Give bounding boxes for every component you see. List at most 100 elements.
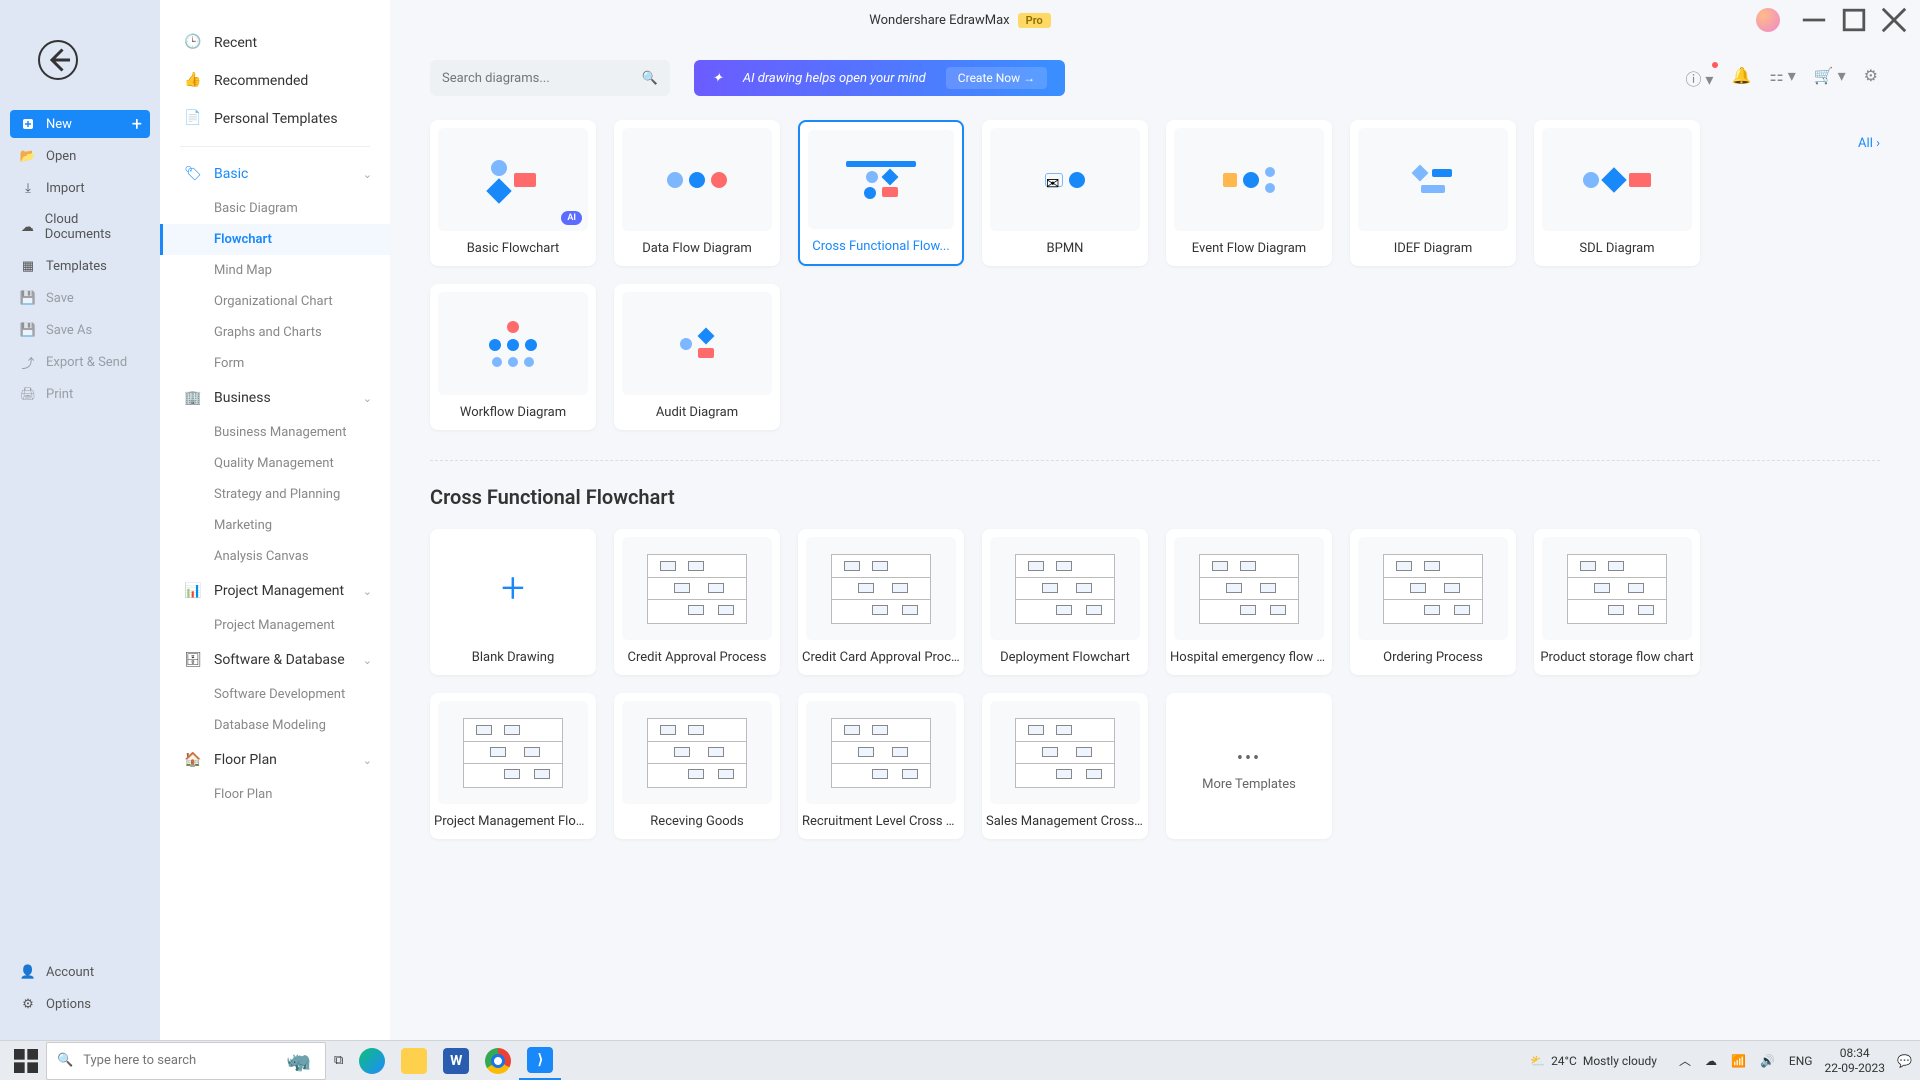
tray-volume-icon[interactable]: 🔊	[1758, 1052, 1777, 1070]
tray-language-icon[interactable]: ENG	[1787, 1052, 1815, 1070]
sub-swdev[interactable]: Software Development	[160, 679, 390, 710]
minimize-button[interactable]	[1796, 6, 1832, 34]
swimlane-thumbnail	[831, 718, 931, 788]
ai-banner[interactable]: ✦ AI drawing helps open your mind Create…	[694, 60, 1065, 96]
taskbar-search[interactable]: 🔍 🦏	[46, 1042, 326, 1080]
ai-banner-text: AI drawing helps open your mind	[743, 71, 926, 86]
cat-basic[interactable]: 🏷Basic⌄	[160, 155, 390, 193]
search-icon[interactable]: 🔍	[642, 71, 658, 86]
tray-onedrive-icon[interactable]: ☁	[1703, 1052, 1719, 1070]
taskbar-app-chrome[interactable]	[477, 1042, 519, 1080]
add-icon[interactable]: +	[132, 114, 142, 135]
diagram-type-card[interactable]: IDEF Diagram	[1350, 120, 1516, 266]
blank-drawing-card[interactable]: +Blank Drawing	[430, 529, 596, 675]
tray-wifi-icon[interactable]: 📶	[1729, 1052, 1748, 1070]
sidebar-item-new[interactable]: New +	[10, 110, 150, 138]
sidebar-item-options[interactable]: ⚙ Options	[0, 988, 160, 1020]
sub-graphs[interactable]: Graphs and Charts	[160, 317, 390, 348]
swimlane-thumbnail	[1383, 554, 1483, 624]
sub-analysis[interactable]: Analysis Canvas	[160, 541, 390, 572]
system-tray: ⛅ 24°C Mostly cloudy ︿ ☁ 📶 🔊 ENG 08:34 2…	[1530, 1046, 1914, 1075]
sub-mindmap[interactable]: Mind Map	[160, 255, 390, 286]
cat-sw[interactable]: 🗄Software & Database⌄	[160, 641, 390, 679]
diagram-type-card[interactable]: AIBasic Flowchart	[430, 120, 596, 266]
bell-icon[interactable]: 🔔	[1729, 64, 1753, 92]
more-templates-card[interactable]: •••More Templates	[1166, 693, 1332, 839]
search-input-wrapper[interactable]: 🔍	[430, 60, 670, 96]
titlebar-right	[1756, 6, 1912, 34]
template-card[interactable]: Recruitment Level Cross F...	[798, 693, 964, 839]
sidebar-item-cloud[interactable]: ☁ Cloud Documents	[0, 204, 160, 250]
nav-recommended[interactable]: 👍Recommended	[160, 62, 390, 100]
settings-icon[interactable]: ⚙	[1862, 64, 1880, 92]
sub-business-mgmt[interactable]: Business Management	[160, 417, 390, 448]
sidebar-item-save[interactable]: 💾 Save	[0, 282, 160, 314]
chevron-down-icon: ⌄	[363, 392, 372, 405]
cart-icon[interactable]: 🛒 ▾	[1812, 64, 1848, 92]
cat-pm[interactable]: 📊Project Management⌄	[160, 572, 390, 610]
template-card[interactable]: Credit Approval Process	[614, 529, 780, 675]
sidebar-item-account[interactable]: 👤 Account	[0, 956, 160, 988]
search-input[interactable]	[442, 71, 634, 86]
sub-flowchart[interactable]: Flowchart	[160, 224, 390, 255]
sub-basic-diagram[interactable]: Basic Diagram	[160, 193, 390, 224]
card-label: Cross Functional Flow...	[800, 229, 962, 264]
tray-chevron-icon[interactable]: ︿	[1677, 1050, 1693, 1071]
diagram-type-card[interactable]: Audit Diagram	[614, 284, 780, 430]
pro-badge: Pro	[1018, 13, 1051, 28]
back-button[interactable]	[38, 40, 78, 80]
sidebar-item-import[interactable]: ⤓ Import	[0, 172, 160, 204]
diagram-type-card[interactable]: Data Flow Diagram	[614, 120, 780, 266]
more-icon: •••	[1237, 748, 1261, 769]
start-button[interactable]	[6, 1042, 46, 1080]
sub-form[interactable]: Form	[160, 348, 390, 379]
diagram-type-card[interactable]: Event Flow Diagram	[1166, 120, 1332, 266]
cat-business[interactable]: 🏢Business⌄	[160, 379, 390, 417]
cat-floor[interactable]: 🏠Floor Plan⌄	[160, 741, 390, 779]
diagram-type-card[interactable]: Cross Functional Flow...	[798, 120, 964, 266]
sidebar-label-export: Export & Send	[46, 355, 127, 370]
tray-clock[interactable]: 08:34 22-09-2023	[1824, 1046, 1885, 1075]
sub-marketing[interactable]: Marketing	[160, 510, 390, 541]
diagram-type-card[interactable]: Workflow Diagram	[430, 284, 596, 430]
sidebar-item-open[interactable]: 📂 Open	[0, 140, 160, 172]
diagram-type-card[interactable]: ✉BPMN	[982, 120, 1148, 266]
nav-recent[interactable]: 🕒Recent	[160, 24, 390, 62]
template-card[interactable]: Deployment Flowchart	[982, 529, 1148, 675]
all-link[interactable]: All ›	[1858, 136, 1880, 151]
diagram-type-card[interactable]: SDL Diagram	[1534, 120, 1700, 266]
template-card[interactable]: Receving Goods	[614, 693, 780, 839]
sub-quality[interactable]: Quality Management	[160, 448, 390, 479]
weather-widget[interactable]: ⛅ 24°C Mostly cloudy	[1530, 1054, 1657, 1068]
sub-orgchart[interactable]: Organizational Chart	[160, 286, 390, 317]
template-card[interactable]: Ordering Process	[1350, 529, 1516, 675]
avatar[interactable]	[1756, 8, 1780, 32]
create-now-button[interactable]: Create Now →	[946, 67, 1047, 89]
template-card[interactable]: Project Management Flow...	[430, 693, 596, 839]
close-button[interactable]	[1876, 6, 1912, 34]
taskbar-app-explorer[interactable]	[393, 1042, 435, 1080]
sidebar-item-print[interactable]: 🖨 Print	[0, 378, 160, 410]
template-card[interactable]: Hospital emergency flow c...	[1166, 529, 1332, 675]
sub-floor[interactable]: Floor Plan	[160, 779, 390, 810]
sub-pm[interactable]: Project Management	[160, 610, 390, 641]
sidebar-item-saveas[interactable]: 💾 Save As	[0, 314, 160, 346]
sub-strategy[interactable]: Strategy and Planning	[160, 479, 390, 510]
card-label: Audit Diagram	[614, 395, 780, 430]
task-view-button[interactable]: ⧉	[326, 1042, 351, 1080]
template-card[interactable]: Credit Card Approval Proc...	[798, 529, 964, 675]
template-card[interactable]: Sales Management Crossf...	[982, 693, 1148, 839]
sidebar-item-export[interactable]: ⤴ Export & Send	[0, 346, 160, 378]
apps-icon[interactable]: ⚏ ▾	[1767, 64, 1797, 92]
tray-notifications-icon[interactable]: 💬	[1895, 1052, 1914, 1070]
taskbar-app-word[interactable]: W	[435, 1042, 477, 1080]
maximize-button[interactable]	[1836, 6, 1872, 34]
taskbar-search-input[interactable]	[83, 1053, 276, 1068]
taskbar-app-edge[interactable]	[351, 1042, 393, 1080]
help-icon[interactable]: ⓘ ▾	[1683, 64, 1715, 92]
nav-personal[interactable]: 📄Personal Templates	[160, 100, 390, 138]
taskbar-app-edrawmax[interactable]: ⟩	[519, 1042, 561, 1080]
sidebar-item-templates[interactable]: ▦ Templates	[0, 250, 160, 282]
template-card[interactable]: Product storage flow chart	[1534, 529, 1700, 675]
sub-db[interactable]: Database Modeling	[160, 710, 390, 741]
